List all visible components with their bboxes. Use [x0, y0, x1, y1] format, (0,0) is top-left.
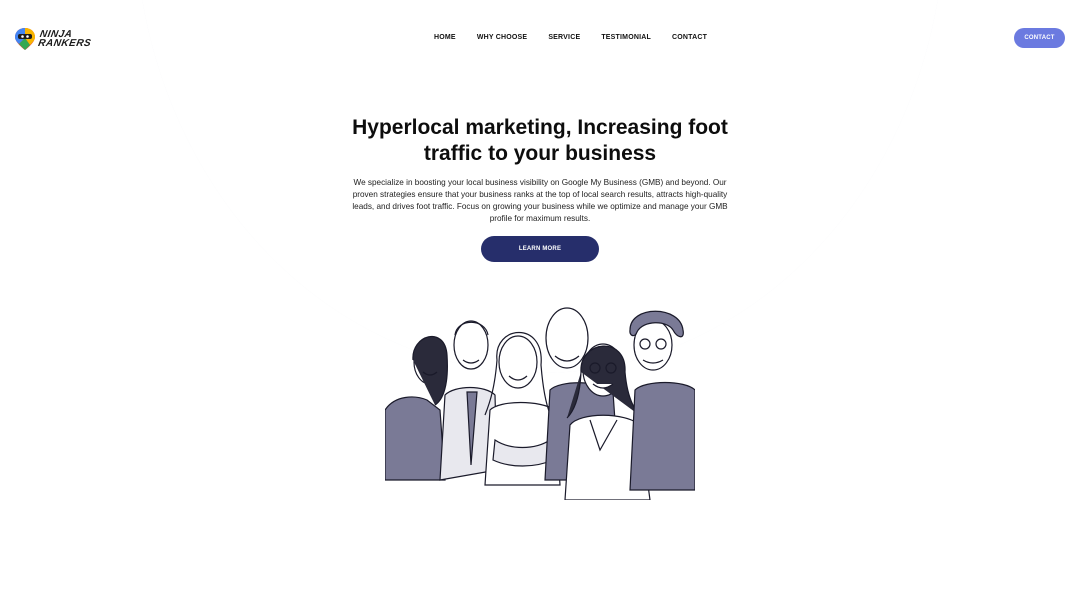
brand-logo[interactable]: NINJA RANKERS [14, 27, 92, 51]
nav-item-why-choose[interactable]: WHY CHOOSE [477, 34, 528, 41]
nav-item-home[interactable]: HOME [434, 34, 456, 41]
hero-description: We specialize in boosting your local bus… [352, 178, 728, 223]
contact-button[interactable]: CONTACT [1014, 28, 1065, 48]
brand-line2: RANKERS [37, 38, 93, 49]
hero-title: Hyperlocal marketing, Increasing foot tr… [300, 115, 780, 167]
brand-wordmark: NINJA RANKERS [37, 29, 93, 49]
nav-item-contact[interactable]: CONTACT [672, 34, 707, 41]
team-illustration [385, 307, 695, 500]
map-pin-ninja-icon [15, 28, 35, 50]
nav-item-service[interactable]: SERVICE [548, 34, 580, 41]
hero-title-line1: Hyperlocal marketing, Increasing foot [352, 116, 728, 139]
learn-more-button[interactable]: LEARN MORE [481, 236, 599, 262]
nav-item-testimonial[interactable]: TESTIMONIAL [601, 34, 651, 41]
hero-title-line2: traffic to your business [423, 142, 657, 165]
